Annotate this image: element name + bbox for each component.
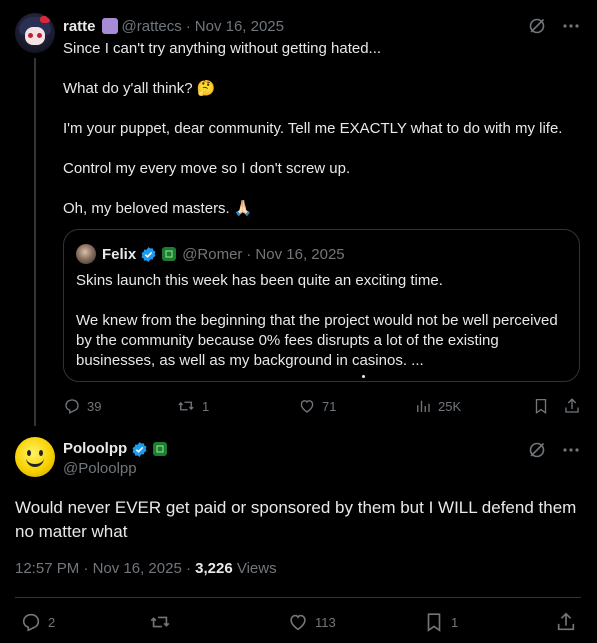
quoted-paragraph: Skins launch this week has been quite an… — [76, 272, 443, 289]
author-name[interactable]: Poloolpp — [63, 439, 127, 459]
affiliate-badge-icon — [153, 442, 168, 456]
reply-count: 2 — [48, 614, 56, 630]
share-button[interactable] — [555, 611, 577, 633]
views-count: 25K — [438, 398, 462, 414]
bookmark-button[interactable]: 1 — [423, 611, 458, 633]
like-count: 71 — [322, 398, 337, 414]
views-icon — [414, 397, 432, 415]
tweet-text: Since I can't try anything without getti… — [63, 39, 583, 219]
repost-count: 1 — [202, 398, 210, 414]
tweet-text: Would never EVER get paid or sponsored b… — [15, 498, 577, 541]
quoted-author-name: Felix — [102, 245, 137, 263]
tweet-paragraph: Since I can't try anything without getti… — [63, 40, 382, 57]
like-button[interactable]: 113 — [287, 611, 336, 633]
bookmark-count: 1 — [451, 614, 459, 630]
affiliate-badge-icon — [162, 247, 177, 261]
divider — [15, 597, 581, 598]
share-icon — [555, 611, 577, 633]
avatar[interactable] — [15, 437, 55, 477]
reply-button[interactable]: 39 — [63, 396, 101, 416]
views-label: Views — [236, 560, 277, 577]
grok-icon[interactable] — [527, 16, 547, 36]
reply-button[interactable]: 2 — [20, 611, 55, 633]
repost-button[interactable] — [148, 611, 172, 633]
reply-icon — [63, 397, 81, 415]
share-button[interactable] — [563, 396, 581, 416]
more-icon[interactable] — [561, 440, 581, 460]
bookmark-icon — [532, 397, 550, 415]
views-button[interactable]: 25K — [414, 396, 461, 416]
tweet-action-bar: 2 113 1 — [15, 611, 581, 633]
grok-icon[interactable] — [527, 440, 547, 460]
author-handle[interactable]: @rattecs — [122, 18, 182, 35]
tweet-thread-view: ratte @rattecs · Nov 16, 2025 Since I ca… — [0, 0, 597, 643]
tweet-date[interactable]: Nov 16, 2025 — [93, 560, 182, 577]
avatar[interactable] — [15, 13, 55, 53]
views-count: 3,226 — [195, 560, 233, 577]
tweet-paragraph: What do y'all think? 🤔 — [63, 80, 216, 97]
author-name[interactable]: ratte — [63, 18, 96, 35]
verified-icon — [140, 246, 157, 263]
repost-icon — [148, 611, 172, 633]
like-count: 113 — [315, 614, 336, 630]
tweet-header: Poloolpp @Poloolpp — [63, 439, 173, 479]
tweet-header: ratte @rattecs · Nov 16, 2025 — [63, 16, 284, 36]
quoted-tweet[interactable]: Felix @Romer · Nov 16, 2025 Skins launch… — [63, 229, 580, 382]
separator-dot: · — [185, 17, 191, 35]
reply-count: 39 — [87, 398, 102, 414]
affiliate-badge-icon — [101, 18, 118, 34]
quoted-tweet-header: Felix @Romer · Nov 16, 2025 — [76, 244, 345, 264]
tweet-paragraph: I'm your puppet, dear community. Tell me… — [63, 120, 563, 137]
tweet-top-actions — [527, 440, 581, 460]
tweet-date[interactable]: Nov 16, 2025 — [195, 18, 284, 35]
tweet-time[interactable]: 12:57 PM — [15, 560, 79, 577]
verified-icon — [131, 441, 148, 458]
repost-button[interactable]: 1 — [176, 396, 209, 416]
thread-connector-line — [34, 58, 36, 426]
quoted-avatar — [76, 244, 96, 264]
more-icon[interactable] — [561, 16, 581, 36]
repost-icon — [176, 397, 196, 415]
author-handle[interactable]: @Poloolpp — [63, 459, 137, 479]
share-icon — [563, 397, 581, 415]
tweet-action-bar: 39 1 71 25K — [63, 396, 581, 416]
bookmark-icon — [423, 611, 445, 633]
quoted-paragraph: We knew from the beginning that the proj… — [76, 312, 558, 369]
bookmark-button[interactable] — [532, 396, 550, 416]
like-icon — [298, 397, 316, 415]
reply-icon — [20, 611, 42, 633]
separator-dot: · — [246, 245, 252, 263]
tweet-metadata: 12:57 PM · Nov 16, 2025 · 3,226 Views — [15, 560, 277, 577]
like-icon — [287, 611, 309, 633]
scroll-indicator-dot — [362, 375, 365, 378]
tweet-paragraph: Oh, my beloved masters. 🙏🏻 — [63, 200, 253, 217]
quoted-tweet-text: Skins launch this week has been quite an… — [76, 271, 568, 371]
like-button[interactable]: 71 — [298, 396, 336, 416]
quoted-tweet-date: Nov 16, 2025 — [255, 245, 345, 263]
tweet-top-actions — [527, 16, 581, 36]
tweet-paragraph: Control my every move so I don't screw u… — [63, 160, 351, 177]
quoted-author-handle: @Romer — [182, 245, 243, 263]
